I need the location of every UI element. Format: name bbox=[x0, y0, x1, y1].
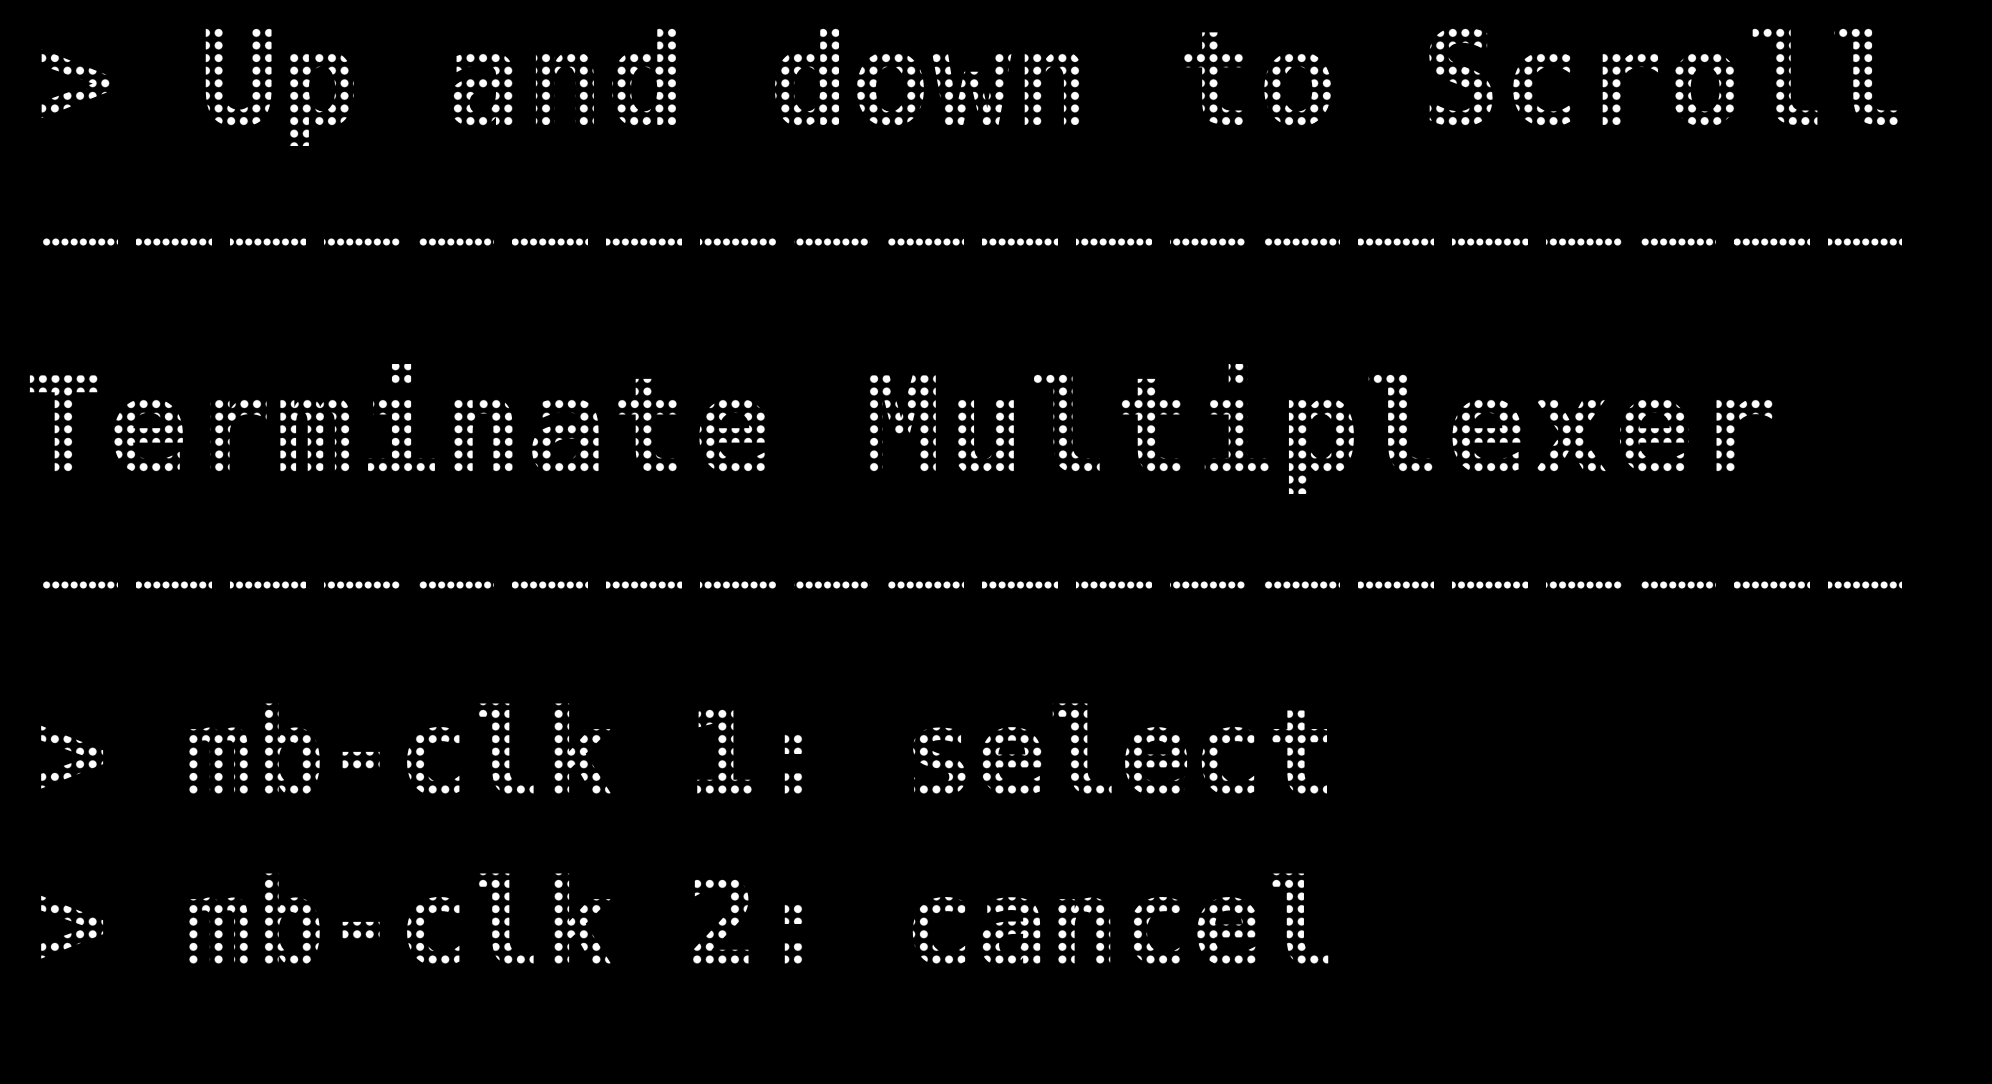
option-select-hint: > mb-clk 1: select bbox=[36, 685, 1337, 824]
scroll-hint: > Up and down to Scroll bbox=[36, 3, 1910, 157]
popup-menu: > Up and down to Scroll Terminate Multip… bbox=[0, 0, 1992, 1084]
separator-top bbox=[42, 237, 1902, 247]
option-cancel-hint: > mb-clk 2: cancel bbox=[36, 855, 1337, 994]
menu-title[interactable]: Terminate Multiplexer bbox=[24, 360, 1781, 494]
separator-bottom bbox=[42, 580, 1902, 590]
